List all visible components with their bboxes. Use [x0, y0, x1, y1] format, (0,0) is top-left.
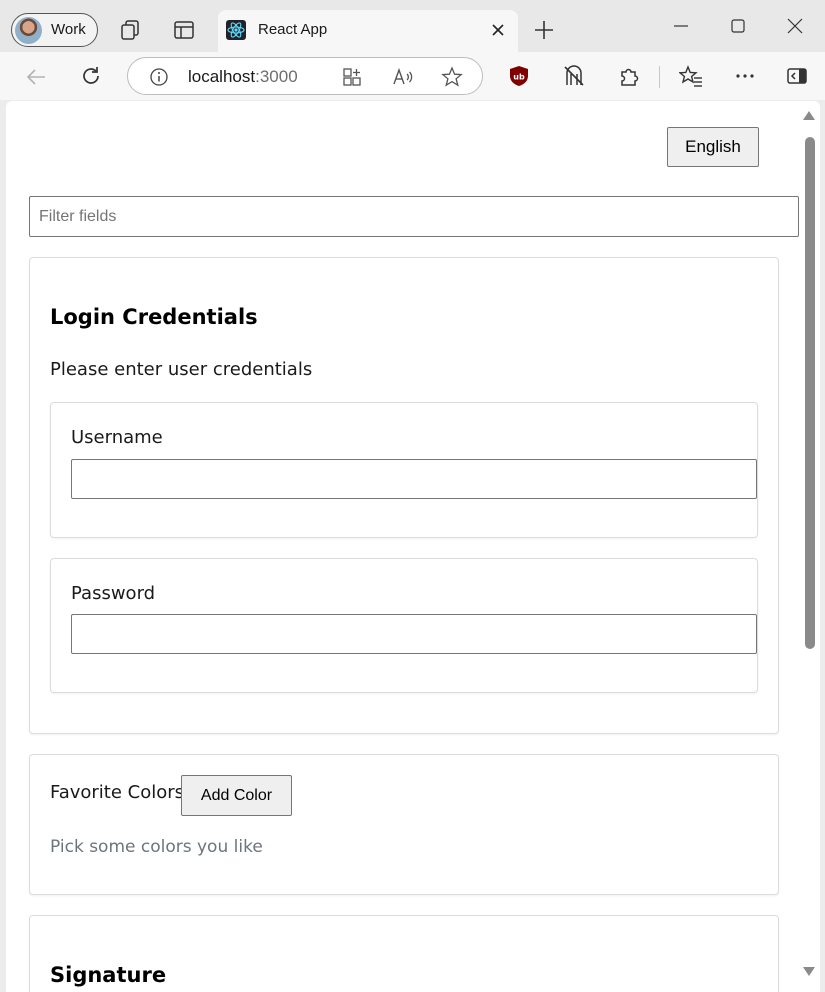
favorite-colors-label: Favorite Colors — [50, 782, 185, 803]
workspaces-icon[interactable] — [120, 19, 142, 41]
browser-toolbar: localhost:3000 ub — [0, 52, 825, 100]
toolbar-divider — [659, 66, 660, 88]
tab-actions-icon[interactable] — [173, 19, 195, 41]
maximize-icon[interactable] — [728, 16, 748, 36]
svg-text:ub: ub — [513, 73, 525, 82]
password-label: Password — [71, 583, 156, 604]
scrollbar-thumb[interactable] — [805, 137, 815, 649]
minimize-icon[interactable] — [671, 16, 691, 36]
add-color-button[interactable]: Add Color — [181, 775, 292, 816]
close-tab-icon[interactable] — [490, 22, 506, 38]
url-port: :3000 — [255, 67, 298, 86]
profile-button[interactable]: Work — [11, 13, 98, 47]
login-credentials-card: Login Credentials Please enter user cred… — [29, 257, 779, 734]
username-field-card: Username — [50, 402, 758, 538]
password-field-card: Password — [50, 558, 758, 693]
signature-title: Signature — [50, 963, 167, 987]
back-arrow-icon[interactable] — [25, 66, 47, 88]
react-icon — [226, 20, 246, 40]
section-title: Login Credentials — [50, 305, 258, 329]
scrollbar[interactable] — [802, 101, 816, 992]
filter-fields-input[interactable] — [29, 196, 799, 237]
address-bar[interactable]: localhost:3000 — [127, 57, 483, 95]
sidebar-toggle-icon[interactable] — [786, 66, 808, 86]
browser-titlebar: Work React App — [0, 0, 825, 52]
favorites-icon[interactable] — [679, 65, 703, 87]
favorite-colors-card: Favorite Colors Add Color Pick some colo… — [29, 754, 779, 895]
site-info-icon[interactable] — [149, 67, 169, 87]
username-label: Username — [71, 427, 163, 448]
password-input[interactable] — [71, 614, 757, 654]
tab-title: React App — [258, 21, 328, 38]
read-aloud-icon[interactable] — [392, 67, 414, 87]
section-description: Please enter user credentials — [50, 359, 313, 380]
scroll-down-arrow-icon[interactable] — [803, 967, 815, 976]
more-menu-icon[interactable] — [734, 65, 756, 87]
refresh-icon[interactable] — [80, 65, 102, 87]
username-input[interactable] — [71, 459, 757, 499]
scroll-up-arrow-icon[interactable] — [803, 111, 815, 120]
favorite-star-icon[interactable] — [441, 66, 463, 88]
page-viewport: English Login Credentials Please enter u… — [6, 101, 820, 992]
signature-card: Signature — [29, 915, 779, 992]
app-available-icon[interactable] — [342, 67, 362, 87]
close-window-icon[interactable] — [785, 16, 805, 36]
url-text: localhost:3000 — [188, 67, 298, 87]
url-host: localhost — [188, 67, 256, 86]
profile-label: Work — [51, 21, 86, 38]
new-tab-icon[interactable] — [533, 19, 555, 41]
extensions-icon[interactable] — [618, 65, 640, 87]
ublock-icon[interactable]: ub — [508, 65, 530, 87]
tab-react-app[interactable]: React App — [218, 10, 518, 52]
avatar — [15, 17, 42, 44]
favorite-colors-help: Pick some colors you like — [50, 837, 263, 857]
tracking-prevention-icon[interactable] — [563, 65, 585, 87]
language-button[interactable]: English — [667, 127, 759, 167]
